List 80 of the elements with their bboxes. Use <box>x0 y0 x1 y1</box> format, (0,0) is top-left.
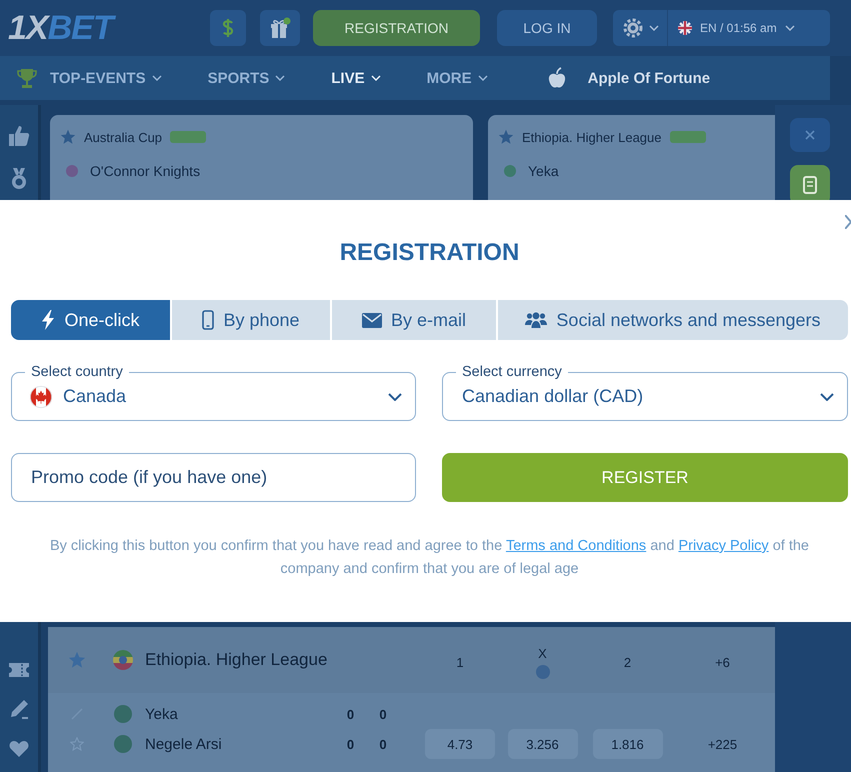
registration-tab[interactable]: By phone <box>172 300 330 340</box>
flag-icon <box>678 21 692 35</box>
lightning-icon <box>41 310 56 330</box>
privacy-link[interactable]: Privacy Policy <box>678 538 769 554</box>
star-icon[interactable] <box>70 737 84 751</box>
flag-icon <box>112 650 132 670</box>
league-name: Australia Cup <box>84 130 162 144</box>
team-name: Yeka <box>144 706 178 722</box>
terms-link[interactable]: Terms and Conditions <box>506 538 646 554</box>
panel-button[interactable] <box>790 118 830 152</box>
language-button[interactable]: EN / 01:56 am <box>668 10 803 46</box>
odds-button[interactable]: 1.816 <box>592 729 662 759</box>
disclaimer-text: By clicking this button you confirm that you have read and agree to the Terms and Conditions and Privacy Policy of the company and confirm that you are of legal age <box>48 537 810 579</box>
caret-icon <box>152 75 162 81</box>
dialog-title: REGISTRATION <box>340 240 520 266</box>
thumbs-up-icon[interactable] <box>8 125 30 147</box>
team-logo-icon <box>114 705 132 723</box>
odds-button[interactable]: 4.73 <box>425 729 495 759</box>
gift-icon <box>269 17 291 39</box>
score: 0 <box>379 736 387 752</box>
nav-menu-item[interactable]: MORE <box>426 70 488 86</box>
chevron-icon <box>820 392 834 400</box>
caret-icon <box>478 75 488 81</box>
league-name: Ethiopia. Higher League <box>522 130 662 144</box>
more-markets-count[interactable]: +225 <box>708 736 738 752</box>
deposit-button[interactable] <box>210 10 246 46</box>
caret-icon <box>275 75 286 81</box>
column-header: X <box>538 646 547 660</box>
game-link[interactable]: Apple Of Fortune <box>548 67 710 89</box>
team-logo-icon <box>504 165 516 177</box>
column-header: +6 <box>715 654 730 670</box>
score: 0 <box>379 706 387 722</box>
ticket-icon[interactable] <box>8 662 30 678</box>
promo-code-field[interactable]: Promo code (if you have one) <box>11 453 416 502</box>
team-name: Yeka <box>528 163 559 179</box>
chevron-icon <box>388 392 402 400</box>
team-logo-icon <box>114 735 132 753</box>
status-tag <box>170 131 206 143</box>
star-icon[interactable] <box>498 129 514 145</box>
team-logo-icon <box>66 165 78 177</box>
caret-icon <box>649 25 659 31</box>
star-icon[interactable] <box>68 651 86 669</box>
document-icon <box>803 176 817 194</box>
score: 0 <box>346 706 354 722</box>
heart-icon[interactable] <box>9 740 29 758</box>
flag-icon <box>30 386 52 408</box>
dollar-icon <box>221 18 235 38</box>
logo[interactable]: 1XBET <box>8 8 158 48</box>
dot-icon <box>536 664 550 678</box>
trophy-icon <box>16 67 38 89</box>
login-button[interactable]: LOG IN <box>497 10 597 46</box>
column-header: 2 <box>624 654 632 670</box>
column-header: 1 <box>456 654 464 670</box>
users-icon <box>525 312 548 328</box>
registration-tab[interactable]: By e-mail <box>332 300 496 340</box>
league-name: Ethiopia. Higher League <box>144 650 328 670</box>
register-button[interactable]: REGISTER <box>442 453 848 502</box>
score: 0 <box>346 736 354 752</box>
caret-icon <box>370 75 381 81</box>
phone-icon <box>202 310 214 330</box>
nav-menu-item[interactable]: LIVE <box>331 70 381 86</box>
star-icon[interactable] <box>60 129 76 145</box>
odds-button[interactable]: 3.256 <box>508 729 578 759</box>
pen-icon[interactable] <box>8 698 30 720</box>
team-name: O'Connor Knights <box>90 163 200 179</box>
registration-tab[interactable]: Social networks and messengers <box>498 300 848 340</box>
registration-button[interactable]: REGISTRATION <box>313 10 480 46</box>
nav-menu-item[interactable]: SPORTS <box>208 70 286 86</box>
settings-icon <box>623 18 643 38</box>
registration-tab[interactable]: One-click <box>11 300 170 340</box>
medal-icon[interactable] <box>9 167 29 191</box>
apple-icon <box>548 67 566 89</box>
caret-icon <box>784 25 795 31</box>
cross-icon <box>805 130 815 140</box>
status-tag <box>670 131 706 143</box>
close-icon[interactable] <box>845 215 851 229</box>
gift-button[interactable] <box>260 10 300 46</box>
team-name: Negele Arsi <box>144 736 222 752</box>
nav-menu-item[interactable]: TOP-EVENTS <box>50 70 162 86</box>
envelope-icon <box>362 312 382 328</box>
